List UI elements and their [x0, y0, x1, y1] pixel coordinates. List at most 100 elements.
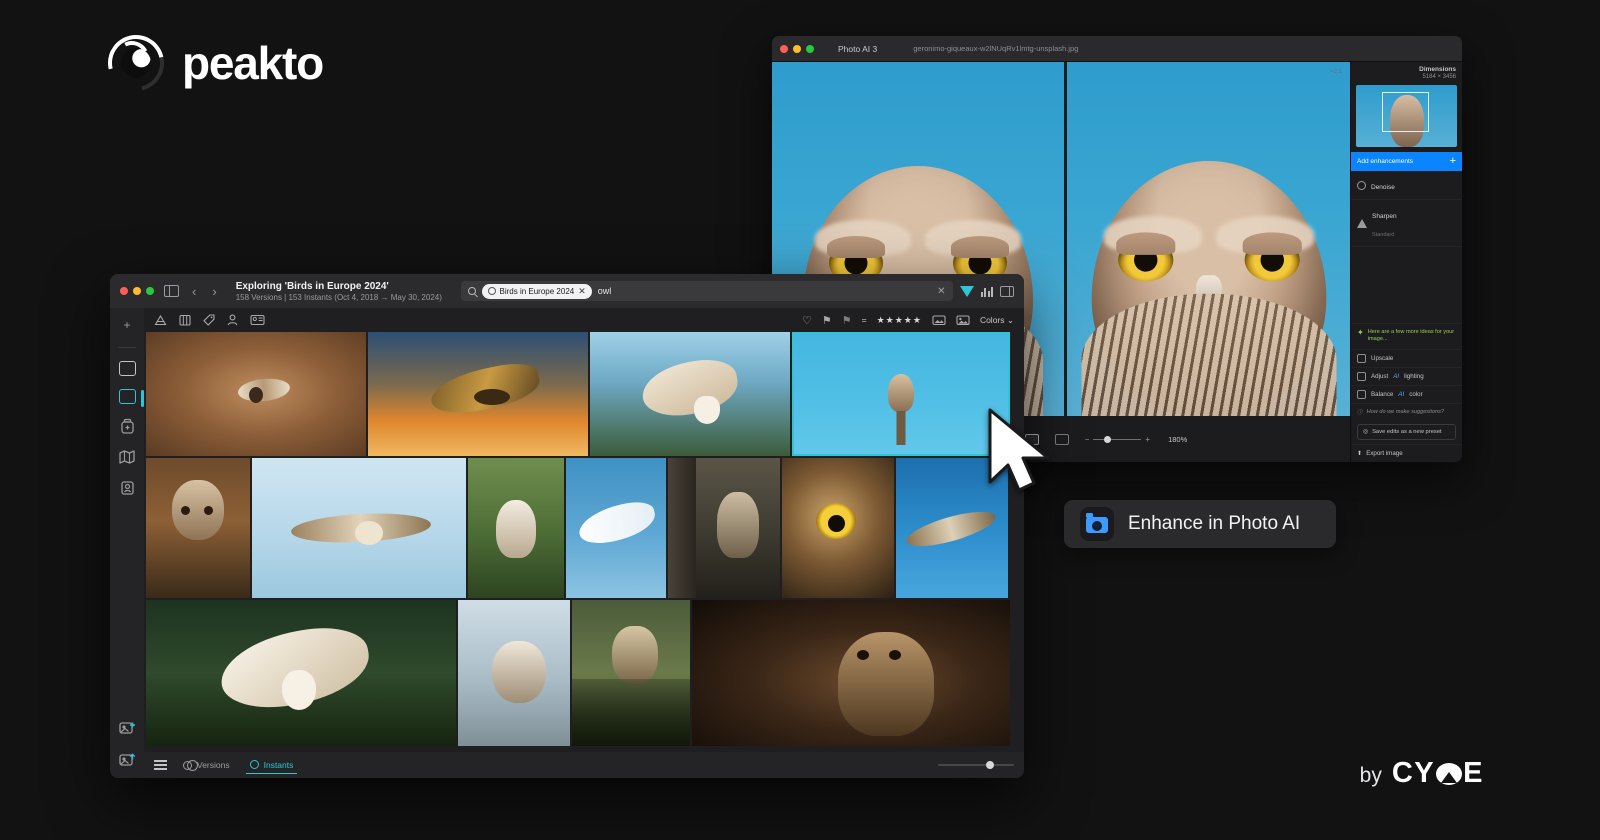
window-traffic-lights[interactable] [120, 287, 154, 295]
peakto-footer[interactable]: Versions Instants [144, 752, 1024, 778]
tab-instants[interactable]: Instants [245, 757, 298, 774]
zoom-minus[interactable]: − [1085, 435, 1090, 444]
compare-divider[interactable] [1064, 62, 1067, 416]
tag-icon[interactable] [203, 314, 215, 326]
rail-bottom-group[interactable] [118, 718, 136, 778]
catalog-icon [487, 287, 496, 295]
idea-row-lighting[interactable]: Adjust AI lighting [1351, 367, 1462, 385]
window-traffic-lights[interactable] [780, 44, 814, 53]
histogram-icon[interactable] [980, 286, 993, 297]
maximize-button[interactable] [146, 287, 154, 295]
maximize-button[interactable] [806, 44, 814, 53]
photo-grid[interactable]: Sort on Original Date ⌃⌄ ↓ [144, 332, 1024, 752]
enhancement-row-denoise[interactable]: Denoise [1351, 171, 1462, 200]
zoom-plus[interactable]: + [1145, 435, 1150, 444]
heart-icon[interactable]: ♡ [802, 314, 812, 327]
search-input[interactable]: Birds in Europe 2024 ✕ owl ✕ [460, 281, 953, 301]
photo-owl-on-trunk[interactable] [668, 458, 780, 598]
photo-barn-owl-grass[interactable] [468, 458, 564, 598]
close-button[interactable] [120, 287, 128, 295]
sidebar-item-map[interactable] [118, 448, 136, 466]
navigator-thumbnail[interactable] [1356, 85, 1457, 147]
keyword-icon[interactable] [932, 314, 946, 326]
add-button[interactable]: + [118, 316, 136, 334]
by-label: by [1359, 764, 1382, 787]
sidebar-toggle-icon[interactable] [164, 285, 179, 297]
how-suggestions-label: How do we make suggestions? [1366, 409, 1445, 415]
navigator-viewport-box[interactable] [1382, 92, 1429, 133]
minimize-button[interactable] [793, 44, 801, 53]
left-rail[interactable]: + [110, 308, 144, 778]
content-toolbar[interactable]: ♡ ⚑ ⚑ = ★★★★★ Colors ⌄ [144, 308, 1024, 332]
peakto-body: + ♡ ⚑ ⚑ = ★★★★★ Colors ⌄ Versions Instan… [110, 308, 1024, 778]
photo-little-owl-on-post[interactable] [792, 332, 1010, 456]
ratio-label: ≈2:1 [1330, 69, 1342, 75]
add-enhancements-button[interactable]: Add enhancements + [1351, 152, 1462, 171]
page-subtitle: 158 Versions | 153 Instants (Oct 4, 2018… [235, 292, 442, 302]
hierarchy-icon[interactable] [154, 314, 167, 326]
side-by-side-icon[interactable] [1054, 433, 1069, 445]
photo-barn-owl-hunting[interactable] [146, 600, 456, 746]
photo-barn-owl-flight[interactable] [590, 332, 790, 456]
photo-ai-zoom-slider[interactable]: − + [1085, 435, 1150, 444]
sidebar-item-collections[interactable] [118, 417, 136, 435]
save-preset-button[interactable]: ◎ Save edits as a new preset [1357, 424, 1456, 440]
person-icon[interactable] [227, 314, 238, 326]
filter-funnel-icon[interactable] [959, 285, 974, 297]
cyme-text-end: E [1463, 757, 1484, 789]
panel-spacer [1351, 247, 1462, 323]
peakto-window[interactable]: ‹ › Exploring 'Birds in Europe 2024' 158… [110, 274, 1024, 778]
photo-hawk-sunset[interactable] [368, 332, 588, 456]
idea-label-2: color [1409, 391, 1423, 398]
idea-row-color[interactable]: Balance AI color [1351, 385, 1462, 403]
peakto-titlebar[interactable]: ‹ › Exploring 'Birds in Europe 2024' 158… [110, 274, 1024, 308]
ideas-header: ✦ Here are a few more ideas for your ima… [1351, 322, 1462, 349]
info-icon: ⓘ [1357, 410, 1363, 416]
close-icon[interactable]: ✕ [578, 286, 586, 297]
thumb-size-slider[interactable] [938, 761, 1014, 769]
star-rating[interactable]: ★★★★★ [877, 315, 922, 326]
plus-icon[interactable]: + [1450, 156, 1456, 167]
sidebar-item-people[interactable] [118, 479, 136, 497]
photo-great-horned-owl-eye[interactable] [782, 458, 894, 598]
chevron-left-icon[interactable]: ‹ [189, 284, 199, 299]
enhance-in-photo-ai-button[interactable]: Enhance in Photo AI [1064, 500, 1336, 548]
tab-versions[interactable]: Versions [179, 757, 234, 773]
idea-label: Balance [1371, 391, 1394, 398]
close-button[interactable] [780, 44, 788, 53]
sidebar-item-single-view[interactable] [118, 361, 136, 376]
minimize-button[interactable] [133, 287, 141, 295]
chevron-right-icon[interactable]: › [209, 284, 219, 299]
toolbar-right-group[interactable]: ♡ ⚑ ⚑ = ★★★★★ Colors ⌄ [802, 314, 1014, 327]
image-icon[interactable] [956, 314, 970, 326]
photo-eagle-owl-autumn[interactable] [146, 458, 250, 598]
flag-reject-icon[interactable]: ⚑ [842, 314, 852, 327]
export-photo-icon[interactable] [118, 750, 136, 768]
photo-great-horned-owl-dark[interactable] [692, 600, 1010, 746]
import-photo-icon[interactable] [118, 718, 136, 736]
tab-label: Instants [263, 759, 294, 770]
search-chip-catalog[interactable]: Birds in Europe 2024 ✕ [481, 283, 592, 299]
flag-icon[interactable]: ⚑ [822, 314, 832, 327]
photo-ai-side-panel[interactable]: ≈2:1 Dimensions 5184 × 3456 Add enhancem… [1330, 62, 1462, 462]
colors-dropdown[interactable]: Colors ⌄ [980, 315, 1014, 326]
rating-equals[interactable]: = [862, 315, 867, 325]
photo-owl-in-tree[interactable] [572, 600, 690, 746]
photo-ai-titlebar[interactable]: Photo AI 3 geronimo-giqueaux-w2lNUqRv1lm… [772, 36, 1462, 62]
how-suggestions-link[interactable]: ⓘ How do we make suggestions? [1351, 403, 1462, 420]
photo-owl-flying-brown[interactable] [146, 332, 366, 456]
idea-row-upscale[interactable]: Upscale [1351, 349, 1462, 367]
clear-icon[interactable]: ✕ [937, 286, 945, 297]
calendar-icon[interactable] [179, 314, 191, 326]
search-area[interactable]: Birds in Europe 2024 ✕ owl ✕ [460, 281, 1014, 301]
right-panel-icon[interactable] [1000, 285, 1014, 297]
enhancement-row-sharpen[interactable]: Sharpen Standard [1351, 200, 1462, 247]
photo-owl-snow-field[interactable] [458, 600, 570, 746]
card-icon[interactable] [250, 314, 265, 326]
photo-snowy-owl-flight[interactable] [566, 458, 666, 598]
hamburger-icon[interactable] [154, 760, 167, 770]
export-image-button[interactable]: ⬆ Export image [1351, 444, 1462, 462]
sidebar-item-grid-view[interactable] [118, 389, 144, 407]
search-query-text: owl [597, 286, 612, 296]
photo-owl-gliding-blue[interactable] [252, 458, 466, 598]
